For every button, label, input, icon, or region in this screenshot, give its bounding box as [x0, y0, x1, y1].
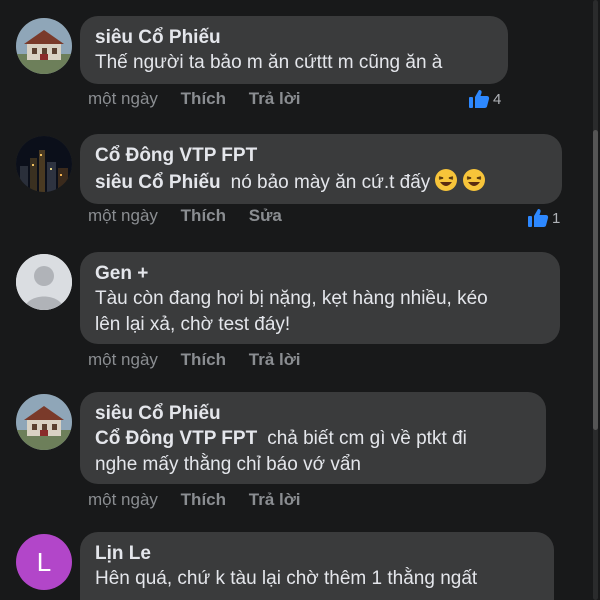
like-button[interactable]: Thích — [181, 350, 226, 369]
comment-meta: một ngày Thích Trả lời — [88, 89, 319, 109]
comment-text: nó bảo mày ăn cứ.t đấy — [230, 172, 431, 193]
house-photo-avatar[interactable] — [16, 394, 72, 450]
city-night-photo-avatar[interactable] — [16, 136, 72, 192]
comment-meta: một ngày Thích Sửa — [88, 206, 300, 226]
comment-bubble: Gen + Tàu còn đang hơi bị nặng, kẹt hàng… — [80, 252, 560, 344]
comment-time[interactable]: một ngày — [88, 350, 158, 369]
reply-button[interactable]: Trả lời — [249, 490, 301, 509]
like-button[interactable]: Thích — [181, 490, 226, 509]
like-count[interactable]: 4 — [468, 89, 501, 109]
comment-author[interactable]: Lịn Le — [95, 542, 539, 566]
like-count-number: 1 — [552, 209, 561, 227]
comment-text-line: lên lại xả, chờ test đáy! — [95, 314, 291, 335]
comment-text-line: Hên quá, chứ k tàu lại chờ thêm 1 thằng … — [95, 568, 478, 589]
laughing-emoji-icon — [435, 169, 458, 191]
letter-avatar[interactable]: L — [16, 534, 72, 590]
house-photo-avatar[interactable] — [16, 18, 72, 74]
comment-time[interactable]: một ngày — [88, 206, 158, 225]
thumbs-up-icon — [528, 209, 549, 227]
default-user-avatar[interactable] — [16, 254, 72, 310]
mention-tag[interactable]: Cổ Đông VTP FPT — [95, 428, 257, 449]
comment-time[interactable]: một ngày — [88, 89, 158, 108]
comment-bubble: Cổ Đông VTP FPT siêu Cổ Phiếu nó bảo mày … — [80, 134, 562, 204]
comment-bubble: siêu Cổ Phiếu Thế người ta bảo m ăn cứtt… — [80, 16, 508, 84]
comment-text: Thế người ta bảo m ăn cứttt m cũng ăn à — [95, 52, 443, 73]
comment-time[interactable]: một ngày — [88, 490, 158, 509]
comment-bubble: siêu Cổ Phiếu Cổ Đông VTP FPT chả biết cm… — [80, 392, 546, 484]
comment-text: chả biết cm gì về ptkt đi — [267, 428, 467, 449]
edit-button[interactable]: Sửa — [249, 206, 282, 225]
comment-bubble: Lịn Le Hên quá, chứ k tàu lại chờ thêm 1… — [80, 532, 554, 600]
comment-text-line: siêu Cổ Phiếu nó bảo mày ăn cứ.t đấy — [95, 168, 547, 196]
comment-meta: một ngày Thích Trả lời — [88, 490, 319, 510]
comment-text-line: nghe mấy thằng chỉ báo vớ vẩn — [95, 454, 361, 475]
scrollbar-thumb[interactable] — [593, 130, 598, 430]
reply-button[interactable]: Trả lời — [249, 89, 301, 108]
comment-meta: một ngày Thích Trả lời — [88, 350, 319, 370]
thumbs-up-icon — [469, 90, 490, 108]
comment-author[interactable]: siêu Cổ Phiếu — [95, 402, 531, 426]
comment-text-line: Cổ Đông VTP FPT chả biết cm gì về ptkt đi — [95, 426, 531, 452]
like-button[interactable]: Thích — [181, 89, 226, 108]
comment-text-line: Tàu còn đang hơi bị nặng, kẹt hàng nhiều… — [95, 288, 488, 309]
like-count-number: 4 — [493, 90, 502, 108]
reply-button[interactable]: Trả lời — [249, 350, 301, 369]
comment-author[interactable]: siêu Cổ Phiếu — [95, 26, 493, 50]
like-count[interactable]: 1 — [527, 208, 560, 228]
mention-tag[interactable]: siêu Cổ Phiếu — [95, 172, 221, 193]
comment-author[interactable]: Gen + — [95, 262, 545, 286]
laughing-emoji-icon — [463, 169, 486, 191]
like-button[interactable]: Thích — [181, 206, 226, 225]
comment-author[interactable]: Cổ Đông VTP FPT — [95, 144, 547, 168]
